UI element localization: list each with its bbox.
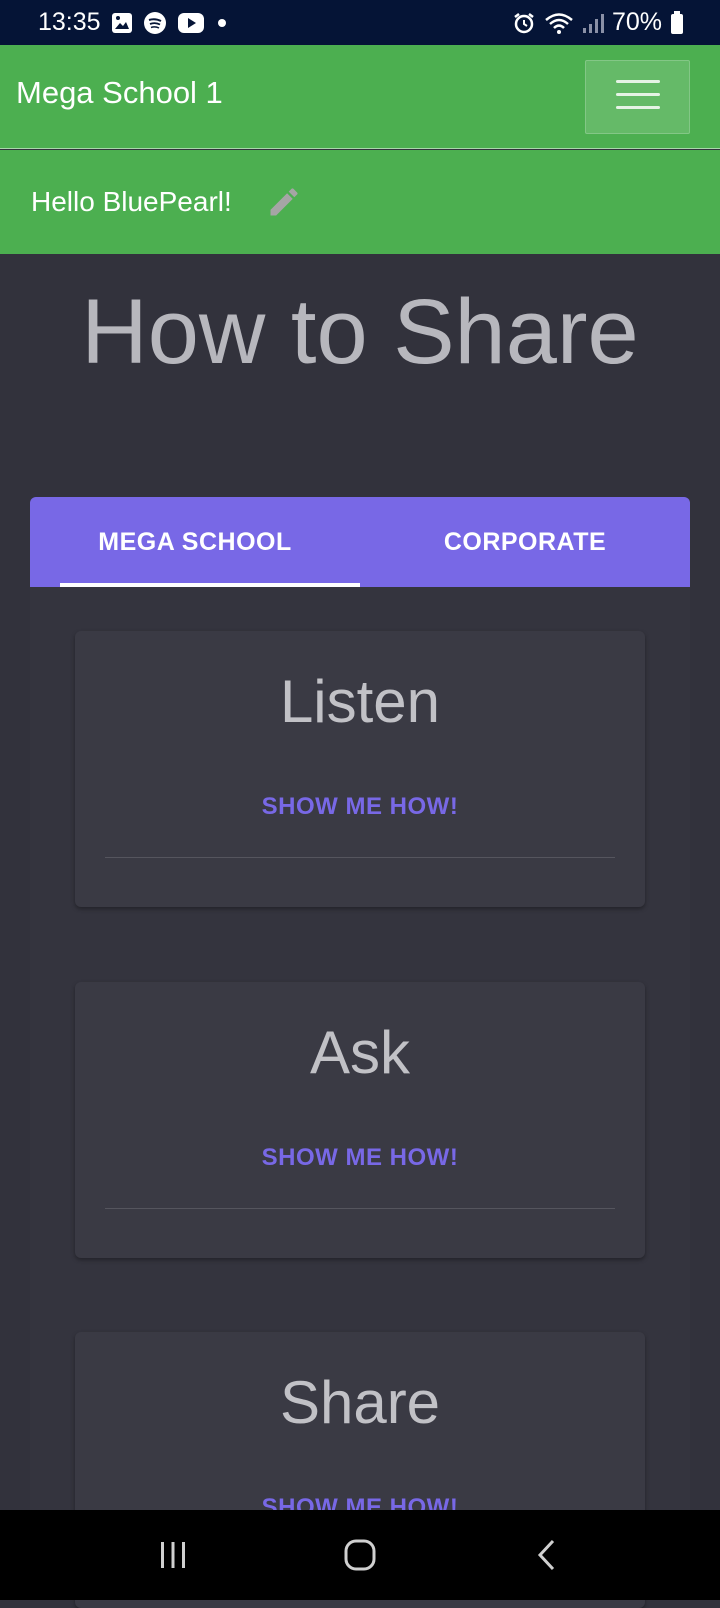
card-title: Listen [279, 668, 441, 735]
status-bar: 13:35 70% [0, 0, 720, 45]
spotify-icon [143, 11, 167, 35]
app-title: Mega School 1 [16, 75, 223, 110]
edit-pencil-icon[interactable] [266, 184, 302, 220]
card-listen: Listen SHOW ME HOW! [75, 631, 645, 907]
card-divider [105, 857, 615, 858]
page-title: How to Share [81, 281, 639, 383]
signal-icon [582, 12, 604, 34]
system-nav-bar [0, 1510, 720, 1600]
card-title: Ask [309, 1019, 411, 1086]
show-me-how-button[interactable]: SHOW ME HOW! [75, 1144, 645, 1172]
app-bar: Mega School 1 [0, 45, 720, 149]
tab-bar: MEGA SCHOOL CORPORATE [30, 497, 690, 587]
home-icon[interactable] [320, 1525, 400, 1585]
wifi-icon [544, 11, 574, 35]
gallery-icon [111, 12, 133, 34]
recent-apps-icon[interactable] [133, 1525, 213, 1585]
tab-corporate[interactable]: CORPORATE [360, 497, 690, 587]
status-time: 13:35 [38, 8, 101, 36]
card-divider [105, 1208, 615, 1209]
hamburger-icon [615, 78, 660, 117]
show-me-how-button[interactable]: SHOW ME HOW! [75, 793, 645, 821]
greeting-bar: Hello BluePearl! [0, 150, 720, 254]
menu-button[interactable] [585, 60, 690, 134]
alarm-icon [512, 11, 536, 35]
card-ask: Ask SHOW ME HOW! [75, 982, 645, 1258]
youtube-icon [177, 12, 205, 34]
battery-percent: 70% [611, 8, 662, 36]
battery-icon [670, 10, 684, 35]
greeting-text: Hello BluePearl! [31, 186, 232, 217]
card-title: Share [279, 1369, 441, 1436]
tab-mega-school[interactable]: MEGA SCHOOL [30, 497, 360, 587]
back-icon[interactable] [507, 1525, 587, 1585]
dot-icon [215, 16, 229, 30]
